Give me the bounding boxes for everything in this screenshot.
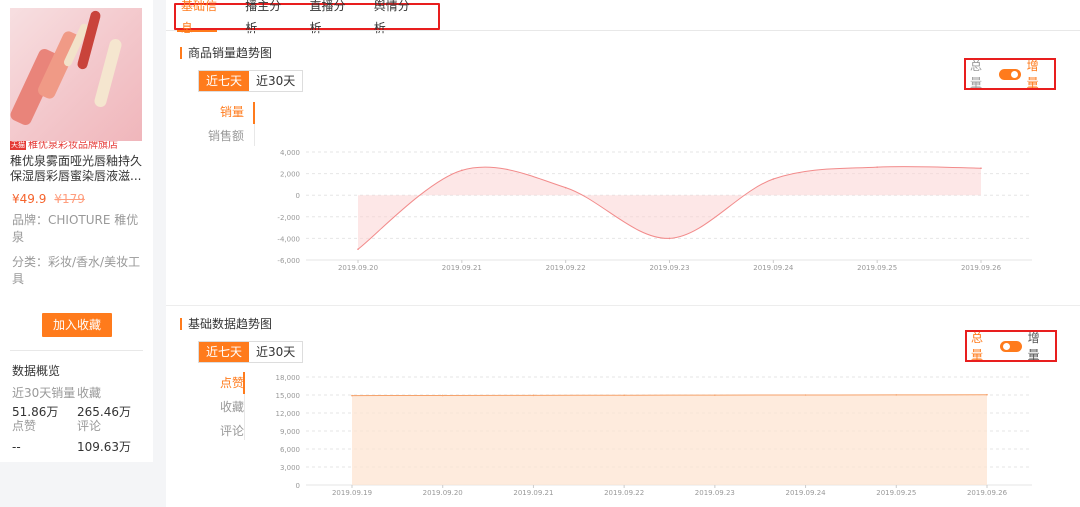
- y-tick-label: -2,000: [277, 214, 300, 222]
- x-tick-label: 2019.09.25: [857, 264, 897, 272]
- overview-value: 51.86万: [12, 405, 59, 419]
- x-tick-label: 2019.09.21: [513, 489, 553, 497]
- y-tick-label: 3,000: [280, 464, 300, 472]
- data-point: [772, 178, 775, 180]
- product-panel: 天猫 稚优泉彩妆品牌旗店 稚优泉雾面哑光唇釉持久保湿唇彩唇蜜染唇液滋... ¥49…: [0, 0, 153, 462]
- x-tick-label: 2019.09.19: [332, 489, 372, 497]
- x-tick-label: 2019.09.20: [338, 264, 378, 272]
- x-tick-label: 2019.09.21: [442, 264, 482, 272]
- data-point: [623, 394, 625, 397]
- basic-range-selector: 近七天 近30天: [198, 341, 304, 363]
- main-panel: 基础信息 播主分析 直播分析 舆情分析 商品销量趋势图 近七天 近30天 销量 …: [166, 0, 1080, 507]
- overview-title: 数据概览: [12, 364, 61, 378]
- basic-trend-chart: 18,000 15,000 12,000 9,000 6,000 3,000 0 2019.0…: [276, 374, 1032, 497]
- range-30-days[interactable]: 近30天: [249, 71, 302, 91]
- tab-basic-info[interactable]: 基础信息: [181, 0, 223, 39]
- tab-live-analysis[interactable]: 直播分析: [310, 0, 352, 39]
- toggle-switch[interactable]: [1000, 340, 1022, 352]
- data-point: [876, 166, 878, 168]
- price: ¥49.9 ¥179: [12, 192, 85, 206]
- y-tick-label: 4,000: [280, 149, 300, 157]
- y-tick-label: 6,000: [280, 446, 300, 454]
- y-tick-label: 9,000: [280, 428, 300, 436]
- data-point: [986, 393, 988, 396]
- y-tick-label: 0: [296, 482, 300, 490]
- toggle-total-label[interactable]: 总量: [970, 57, 993, 91]
- toggle-increment-label[interactable]: 增量: [1027, 57, 1050, 91]
- tab-sentiment-analysis[interactable]: 舆情分析: [374, 0, 416, 39]
- data-point: [351, 394, 353, 397]
- y-tick-label: 2,000: [280, 171, 300, 179]
- toggle-switch[interactable]: [999, 68, 1021, 80]
- series-area: [358, 166, 981, 250]
- series-area: [352, 394, 987, 485]
- sales-trend-chart: 4,000 2,000 0 -2,000 -4,000 -6,000 2019.09.20 2…: [277, 149, 1032, 272]
- x-tick-label: 2019.09.22: [546, 264, 586, 272]
- x-tick-label: 2019.09.20: [423, 489, 463, 497]
- x-tick-label: 2019.09.25: [876, 489, 916, 497]
- y-tick-label: 0: [296, 192, 300, 200]
- tab-streamer-analysis[interactable]: 播主分析: [245, 0, 287, 39]
- x-tick-label: 2019.09.23: [695, 489, 735, 497]
- toggle-total-label[interactable]: 总量: [971, 329, 994, 363]
- toggle-increment-label[interactable]: 增量: [1028, 329, 1051, 363]
- active-metric-bar: [253, 102, 255, 124]
- data-point: [895, 394, 898, 396]
- original-price: ¥179: [54, 192, 85, 206]
- sales-trend-title: 商品销量趋势图: [180, 47, 272, 59]
- add-favorite-button[interactable]: 加入收藏: [42, 313, 112, 337]
- x-tick-label: 2019.09.24: [786, 489, 827, 497]
- data-point: [804, 394, 807, 396]
- y-tick-label: 12,000: [276, 410, 301, 418]
- overview-label: 评论: [77, 419, 102, 433]
- store-name[interactable]: 天猫 稚优泉彩妆品牌旗店: [10, 141, 142, 151]
- product-image[interactable]: [10, 8, 142, 141]
- overview-label: 近30天销量: [12, 386, 76, 400]
- active-tab-indicator: [177, 30, 217, 32]
- y-tick-label: 15,000: [276, 392, 301, 400]
- metric-sales-volume[interactable]: 销量: [196, 100, 256, 124]
- y-tick-label: -6,000: [277, 257, 300, 265]
- range-7-days[interactable]: 近七天: [199, 342, 250, 362]
- data-point: [532, 394, 535, 397]
- data-point: [461, 169, 463, 172]
- divider: [10, 350, 143, 351]
- overview-value: 265.46万: [77, 405, 131, 419]
- data-point: [980, 167, 982, 169]
- data-point: [714, 394, 716, 396]
- overview-label: 点赞: [12, 419, 37, 433]
- x-tick-label: 2019.09.23: [649, 264, 689, 272]
- overview-label: 收藏: [77, 386, 102, 400]
- divider: [166, 30, 1080, 31]
- x-tick-label: 2019.09.22: [604, 489, 644, 497]
- brand: 品牌：CHIOTURE 稚优泉: [12, 213, 139, 244]
- tab-bar: 基础信息 播主分析 直播分析 舆情分析: [174, 0, 440, 35]
- category: 分类：彩妆/香水/美妆工具: [12, 255, 141, 286]
- overview-grid: 近30天销量 收藏 51.86万 265.46万 点赞 评论 -- 109.63万: [12, 386, 147, 454]
- x-tick-label: 2019.09.26: [967, 489, 1008, 497]
- divider: [166, 305, 1080, 306]
- data-point: [564, 186, 567, 189]
- basic-trend-title: 基础数据趋势图: [180, 318, 272, 330]
- overview-value: 109.63万: [77, 440, 131, 454]
- overview-value: --: [12, 440, 21, 454]
- data-point: [668, 237, 671, 240]
- tmall-badge: 天猫: [10, 141, 26, 150]
- y-tick-label: -4,000: [277, 235, 300, 243]
- sales-range-selector: 近七天 近30天: [198, 70, 304, 92]
- x-tick-label: 2019.09.26: [961, 264, 1002, 272]
- data-point: [357, 248, 359, 250]
- range-7-days[interactable]: 近七天: [199, 71, 250, 91]
- product-title[interactable]: 稚优泉雾面哑光唇釉持久保湿唇彩唇蜜染唇液滋...: [10, 154, 144, 184]
- x-tick-label: 2019.09.24: [753, 264, 794, 272]
- sales-mode-toggle[interactable]: 总量 增量: [964, 58, 1056, 90]
- data-point: [441, 394, 444, 397]
- basic-mode-toggle[interactable]: 总量 增量: [965, 330, 1057, 362]
- y-tick-label: 18,000: [276, 374, 301, 382]
- range-30-days[interactable]: 近30天: [249, 342, 302, 362]
